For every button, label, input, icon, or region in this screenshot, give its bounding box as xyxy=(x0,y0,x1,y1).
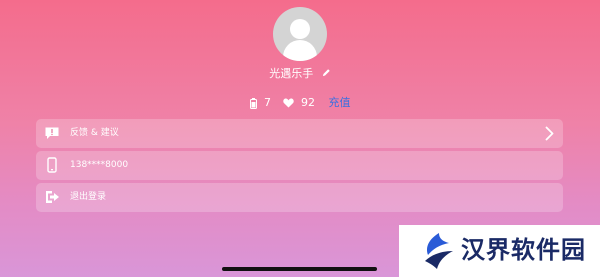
chevron-right-icon xyxy=(545,126,554,145)
phone-icon xyxy=(44,157,60,173)
avatar-head-shape xyxy=(290,19,310,39)
watermark: 汉界软件园 xyxy=(399,225,600,277)
menu-item-label: 反馈 & 建议 xyxy=(70,128,119,138)
avatar-body-shape xyxy=(283,40,317,61)
username: 光遇乐手 xyxy=(269,67,314,80)
battery-icon xyxy=(249,97,257,109)
menu-item-feedback[interactable]: 反馈 & 建议 xyxy=(36,119,563,148)
feedback-icon xyxy=(44,125,60,141)
watermark-logo-icon xyxy=(419,231,457,275)
stats-row: 7 92 充值 xyxy=(0,96,600,110)
edit-pencil-icon[interactable] xyxy=(322,67,331,81)
home-indicator[interactable] xyxy=(222,267,377,271)
menu-item-phone[interactable]: 138****8000 xyxy=(36,151,563,180)
recharge-link[interactable]: 充值 xyxy=(329,96,351,109)
likes-count: 92 xyxy=(301,96,315,109)
username-row: 光遇乐手 xyxy=(0,67,600,81)
heart-icon xyxy=(282,98,294,108)
watermark-text: 汉界软件园 xyxy=(461,236,586,264)
battery-count: 7 xyxy=(264,96,271,109)
phone-number: 138****8000 xyxy=(70,160,129,170)
menu-item-label: 退出登录 xyxy=(70,192,107,202)
logout-icon xyxy=(44,189,60,205)
menu-item-logout[interactable]: 退出登录 xyxy=(36,183,563,212)
avatar[interactable] xyxy=(273,7,327,61)
